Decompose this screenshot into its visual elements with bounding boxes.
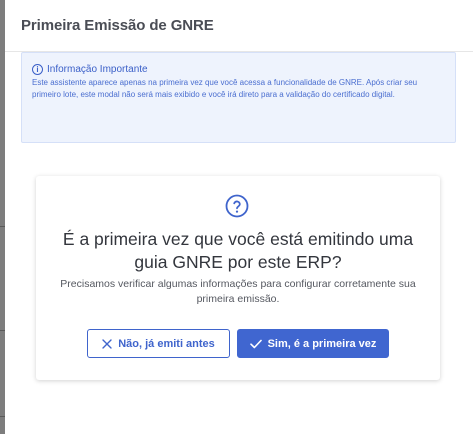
- info-alert: i Informação Importante Este assistente …: [21, 52, 456, 143]
- info-text: Este assistente aparece apenas na primei…: [32, 78, 418, 99]
- first-time-card: É a primeira vez que você está emitindo …: [36, 176, 440, 380]
- modal-title: Primeira Emissão de GNRE: [21, 17, 214, 34]
- modal-header: Primeira Emissão de GNRE: [5, 0, 473, 52]
- first-time-question: É a primeira vez que você está emitindo …: [62, 229, 414, 272]
- info-title-row: i Informação Importante: [32, 64, 445, 75]
- info-title: Informação Importante: [47, 64, 148, 75]
- question-circle-icon: [225, 194, 249, 218]
- info-icon: i: [32, 64, 43, 75]
- check-icon: [249, 339, 262, 348]
- already-issued-label: Não, já emiti antes: [118, 337, 215, 350]
- close-icon: [102, 338, 112, 349]
- first-time-label: Sim, é a primeira vez: [267, 337, 377, 350]
- first-gnre-modal: Primeira Emissão de GNRE i Informação Im…: [5, 0, 473, 434]
- first-time-button[interactable]: Sim, é a primeira vez: [237, 329, 389, 358]
- first-time-subtitle: Precisamos verificar algumas informações…: [60, 278, 416, 305]
- already-issued-button[interactable]: Não, já emiti antes: [87, 329, 230, 358]
